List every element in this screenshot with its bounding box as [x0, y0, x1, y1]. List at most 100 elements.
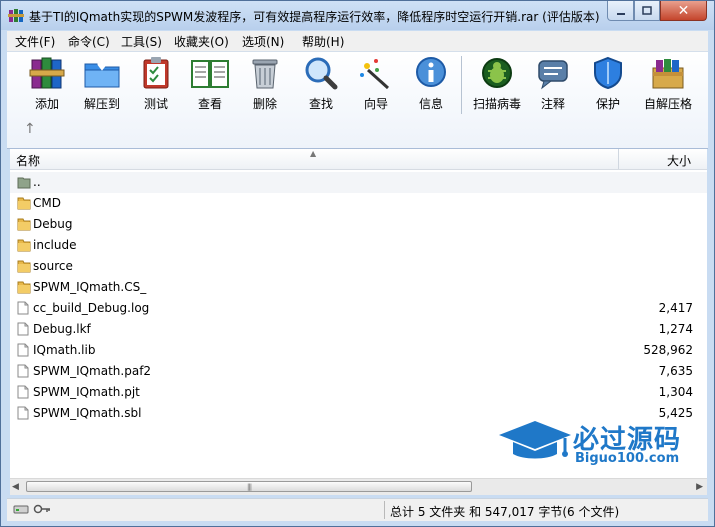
- file-row[interactable]: Debug: [10, 214, 707, 235]
- file-row[interactable]: cc_build_Debug.log 2,417: [10, 298, 707, 319]
- file-row[interactable]: CMD: [10, 193, 707, 214]
- comment-icon: [538, 60, 568, 90]
- scrollbar-grip-icon: |||: [247, 483, 252, 491]
- file-row[interactable]: SPWM_IQmath.CS_: [10, 277, 707, 298]
- status-summary: 总计 5 文件夹 和 547,017 字节(6 个文件): [390, 505, 620, 519]
- title-bar[interactable]: 基于TI的IQmath实现的SPWM发波程序，可有效提高程序运行效率，降低程序时…: [1, 1, 714, 30]
- add-label: 添加: [34, 97, 59, 111]
- menu-favorites[interactable]: 收藏夹(O): [174, 33, 229, 50]
- watermark: 必过源码 Biguo100.com: [495, 415, 695, 471]
- file-name: Debug.lkf: [33, 322, 91, 336]
- row-icon: [17, 385, 29, 402]
- menu-command[interactable]: 命令(C): [68, 33, 110, 50]
- scroll-right-icon[interactable]: ▶: [696, 482, 703, 492]
- sfx-button[interactable]: 自解压格: [642, 56, 694, 112]
- book-view-icon: [191, 60, 229, 88]
- file-size: 2,417: [658, 301, 693, 315]
- file-name: ..: [33, 175, 41, 189]
- file-size: 1,304: [658, 385, 693, 399]
- drive-icon[interactable]: [13, 503, 29, 515]
- delete-label: 删除: [252, 97, 277, 111]
- file-row[interactable]: source: [10, 256, 707, 277]
- file-row[interactable]: SPWM_IQmath.paf2 7,635: [10, 361, 707, 382]
- row-icon: [17, 196, 31, 213]
- protect-label: 保护: [595, 97, 620, 111]
- file-name: SPWM_IQmath.sbl: [33, 406, 142, 420]
- maximize-button[interactable]: [634, 1, 660, 21]
- folder-extract-icon: [84, 58, 120, 88]
- virus-scan-icon: [482, 58, 512, 88]
- file-list-header: 名称 ▲ 大小: [10, 149, 707, 170]
- file-icon: [17, 406, 29, 420]
- up-folder-button[interactable]: ↑: [24, 121, 36, 137]
- winrar-app-icon: [8, 9, 24, 22]
- menu-tools[interactable]: 工具(S): [121, 33, 162, 50]
- view-button[interactable]: 查看: [184, 56, 236, 112]
- test-button[interactable]: 测试: [130, 56, 182, 112]
- protect-button[interactable]: 保护: [582, 56, 634, 112]
- extract-to-button[interactable]: 解压到: [76, 56, 128, 112]
- row-icon: [17, 259, 31, 276]
- comment-button[interactable]: 注释: [527, 56, 579, 112]
- info-icon: [416, 57, 446, 87]
- add-button[interactable]: 添加: [21, 56, 73, 112]
- comment-label: 注释: [540, 97, 565, 111]
- file-name: include: [33, 238, 77, 252]
- menu-file[interactable]: 文件(F): [15, 33, 55, 50]
- scrollbar-thumb[interactable]: |||: [26, 481, 472, 492]
- file-row[interactable]: IQmath.lib 528,962: [10, 340, 707, 361]
- folder-icon: [17, 218, 31, 231]
- file-size: 528,962: [643, 343, 693, 357]
- parent-folder-icon: [17, 177, 31, 189]
- scroll-left-icon[interactable]: ◀: [12, 482, 19, 492]
- trash-icon: [252, 59, 278, 89]
- row-icon: [17, 280, 31, 297]
- magnifier-icon: [305, 57, 338, 90]
- column-name-header[interactable]: 名称: [16, 152, 40, 169]
- close-button[interactable]: ✕: [660, 1, 707, 21]
- file-row[interactable]: SPWM_IQmath.pjt 1,304: [10, 382, 707, 403]
- file-row[interactable]: Debug.lkf 1,274: [10, 319, 707, 340]
- folder-icon: [17, 281, 31, 294]
- row-icon: [17, 343, 29, 360]
- view-label: 查看: [197, 97, 222, 111]
- menu-help[interactable]: 帮助(H): [302, 33, 344, 50]
- file-icon: [17, 364, 29, 378]
- watermark-url: Biguo100.com: [575, 451, 680, 466]
- row-icon: [17, 301, 29, 318]
- wizard-button[interactable]: 向导: [350, 56, 402, 112]
- maximize-icon: [642, 5, 652, 15]
- file-name: SPWM_IQmath.pjt: [33, 385, 140, 399]
- status-separator: [384, 501, 385, 519]
- row-icon: [17, 217, 31, 234]
- file-icon: [17, 343, 29, 357]
- folder-icon: [17, 239, 31, 252]
- wand-icon: [360, 59, 390, 90]
- menu-options[interactable]: 选项(N): [242, 33, 284, 50]
- virus-scan-label: 扫描病毒: [472, 97, 521, 111]
- file-name: SPWM_IQmath.CS_: [33, 280, 147, 294]
- file-icon: [17, 385, 29, 399]
- find-label: 查找: [308, 97, 333, 111]
- find-button[interactable]: 查找: [295, 56, 347, 112]
- close-icon: ✕: [677, 2, 690, 19]
- file-row[interactable]: include: [10, 235, 707, 256]
- row-icon: [17, 175, 31, 192]
- winrar-window: 基于TI的IQmath实现的SPWM发波程序，可有效提高程序运行效率，降低程序时…: [0, 0, 715, 527]
- extract-to-label: 解压到: [83, 97, 120, 111]
- key-icon[interactable]: [33, 503, 51, 515]
- file-row[interactable]: ..: [10, 172, 707, 193]
- clipboard-test-icon: [143, 57, 169, 89]
- minimize-button[interactable]: [607, 1, 634, 21]
- virus-scan-button[interactable]: 扫描病毒: [471, 56, 523, 112]
- sfx-box-icon: [652, 59, 684, 89]
- delete-button[interactable]: 删除: [239, 56, 291, 112]
- info-button[interactable]: 信息: [405, 56, 457, 112]
- file-size: 7,635: [658, 364, 693, 378]
- column-divider[interactable]: [618, 149, 619, 169]
- column-size-header[interactable]: 大小: [667, 152, 691, 169]
- row-icon: [17, 364, 29, 381]
- horizontal-scrollbar[interactable]: ◀ ||| ▶: [10, 478, 707, 495]
- file-name: source: [33, 259, 73, 273]
- file-size: 1,274: [658, 322, 693, 336]
